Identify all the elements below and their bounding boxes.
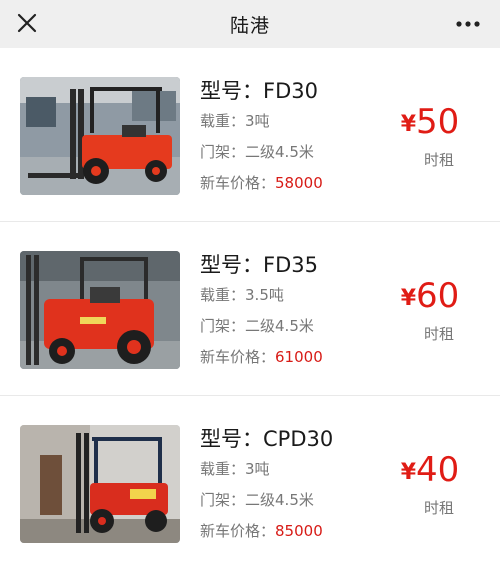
mast-value: 二级4.5米 bbox=[245, 491, 314, 509]
forklift-photo bbox=[20, 251, 180, 369]
load-label: 载重： bbox=[200, 460, 246, 478]
price-line: 新车价格：61000 bbox=[200, 342, 323, 373]
mast-label: 门架： bbox=[200, 143, 246, 161]
close-icon[interactable] bbox=[14, 10, 42, 38]
mast-line: 门架：二级4.5米 bbox=[200, 137, 323, 168]
price-line: 新车价格：58000 bbox=[200, 168, 323, 199]
model-line: 型号：FD30 bbox=[200, 76, 323, 106]
model-label: 型号： bbox=[200, 427, 263, 451]
rent-amount: 50 bbox=[416, 102, 460, 142]
more-dots-icon[interactable] bbox=[454, 12, 482, 36]
load-line: 载重：3.5吨 bbox=[200, 280, 323, 311]
rent-unit: 时租 bbox=[423, 499, 454, 517]
load-line: 载重：3吨 bbox=[200, 454, 333, 485]
model-label: 型号： bbox=[200, 253, 263, 277]
product-info: 型号：FD35 载重：3.5吨 门架：二级4.5米 新车价格：61000 bbox=[200, 250, 323, 373]
new-car-price: 85000 bbox=[275, 522, 323, 540]
mast-label: 门架： bbox=[200, 491, 246, 509]
price-label: 新车价格： bbox=[200, 522, 276, 540]
rent-amount: 40 bbox=[416, 450, 460, 490]
mast-label: 门架： bbox=[200, 317, 246, 335]
load-label: 载重： bbox=[200, 112, 246, 130]
top-navigation-bar: 陆港 bbox=[0, 0, 500, 48]
load-label: 载重： bbox=[200, 286, 246, 304]
forklift-photo bbox=[20, 425, 180, 543]
currency-symbol: ¥ bbox=[400, 460, 417, 485]
model-line: 型号：FD35 bbox=[200, 250, 323, 280]
product-info: 型号：CPD30 载重：3吨 门架：二级4.5米 新车价格：85000 bbox=[200, 424, 333, 547]
load-value: 3.5吨 bbox=[245, 286, 284, 304]
mast-line: 门架：二级4.5米 bbox=[200, 311, 323, 342]
model-value: FD30 bbox=[263, 79, 318, 103]
model-label: 型号： bbox=[200, 79, 263, 103]
price-label: 新车价格： bbox=[200, 174, 276, 192]
mast-value: 二级4.5米 bbox=[245, 317, 314, 335]
rent-unit: 时租 bbox=[423, 325, 454, 343]
product-info: 型号：FD30 载重：3吨 门架：二级4.5米 新车价格：58000 bbox=[200, 76, 323, 199]
hourly-rent: ¥60 时租 bbox=[390, 276, 470, 346]
forklift-photo bbox=[20, 77, 180, 195]
mast-value: 二级4.5米 bbox=[245, 143, 314, 161]
product-card-fd30[interactable]: 型号：FD30 载重：3吨 门架：二级4.5米 新车价格：58000 ¥50 时… bbox=[0, 48, 500, 222]
new-car-price: 61000 bbox=[275, 348, 323, 366]
model-value: CPD30 bbox=[263, 427, 334, 451]
currency-symbol: ¥ bbox=[400, 286, 417, 311]
new-car-price: 58000 bbox=[275, 174, 323, 192]
rent-amount: 60 bbox=[416, 276, 460, 316]
load-value: 3吨 bbox=[245, 460, 270, 478]
model-line: 型号：CPD30 bbox=[200, 424, 333, 454]
load-line: 载重：3吨 bbox=[200, 106, 323, 137]
price-label: 新车价格： bbox=[200, 348, 276, 366]
product-list: 型号：FD30 载重：3吨 门架：二级4.5米 新车价格：58000 ¥50 时… bbox=[0, 48, 500, 570]
page-title: 陆港 bbox=[229, 14, 270, 37]
product-card-cpd30[interactable]: 型号：CPD30 载重：3吨 门架：二级4.5米 新车价格：85000 ¥40 … bbox=[0, 396, 500, 570]
rent-unit: 时租 bbox=[423, 151, 454, 169]
hourly-rent: ¥50 时租 bbox=[390, 102, 470, 172]
mast-line: 门架：二级4.5米 bbox=[200, 485, 333, 516]
model-value: FD35 bbox=[263, 253, 318, 277]
hourly-rent: ¥40 时租 bbox=[390, 450, 470, 520]
load-value: 3吨 bbox=[245, 112, 270, 130]
product-card-fd35[interactable]: 型号：FD35 载重：3.5吨 门架：二级4.5米 新车价格：61000 ¥60… bbox=[0, 222, 500, 396]
currency-symbol: ¥ bbox=[400, 112, 417, 137]
price-line: 新车价格：85000 bbox=[200, 516, 333, 547]
